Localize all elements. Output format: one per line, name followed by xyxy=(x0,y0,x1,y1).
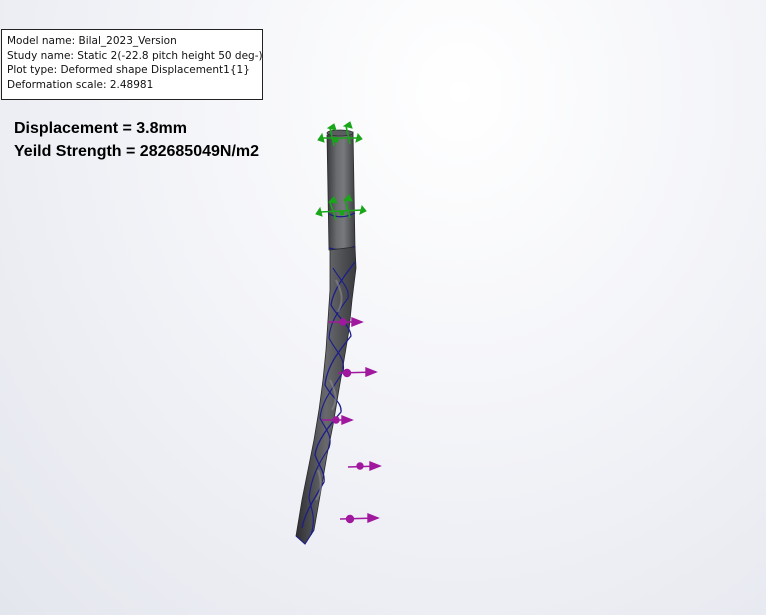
drill-flute-body xyxy=(295,246,357,545)
drill-shank xyxy=(326,129,356,265)
drill-bit-model-viewport[interactable] xyxy=(0,0,766,615)
